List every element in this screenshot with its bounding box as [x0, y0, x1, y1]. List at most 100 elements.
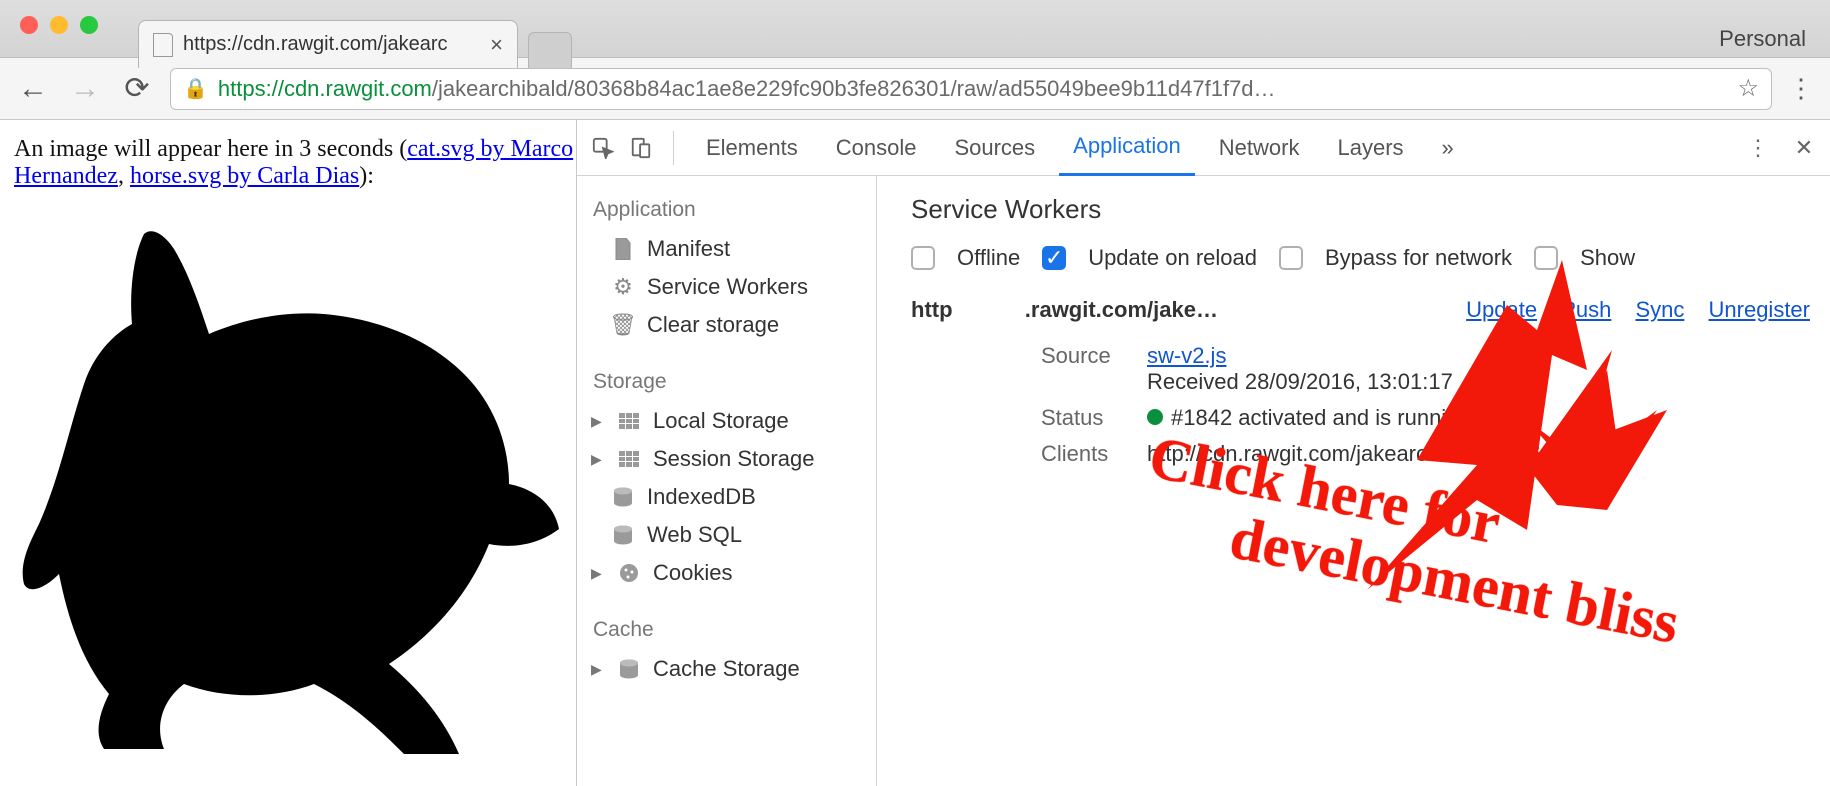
grid-icon — [617, 409, 641, 433]
file-icon — [611, 237, 635, 261]
checkbox-show-all[interactable] — [1534, 246, 1558, 270]
link-horse-svg[interactable]: horse.svg by Carla Dias — [130, 163, 359, 189]
sw-clients-row: Clients http://cdn.rawgit.com/jakearchib… — [1041, 441, 1830, 467]
database-icon — [611, 523, 635, 547]
detail-label: Source — [1041, 343, 1131, 369]
sw-status-row: Status #1842 activated and is running st… — [1041, 405, 1830, 431]
inspect-icon[interactable] — [589, 134, 617, 162]
link-update[interactable]: Update — [1466, 297, 1537, 322]
expand-icon[interactable]: ▶ — [591, 451, 605, 468]
link-stop[interactable]: stop — [1489, 405, 1531, 430]
sidebar-group-storage: Storage — [577, 362, 876, 402]
sidebar-item-websql[interactable]: Web SQL — [577, 516, 876, 554]
status-dot-icon — [1147, 409, 1163, 425]
expand-icon[interactable]: ▶ — [591, 413, 605, 430]
sidebar-item-label: Manifest — [647, 236, 730, 262]
horse-image — [14, 194, 576, 761]
sw-scope-row: http .rawgit.com/jake… Update Push Sync … — [911, 297, 1830, 323]
tab-application[interactable]: Application — [1059, 119, 1195, 176]
maximize-window-button[interactable] — [80, 16, 98, 34]
address-bar[interactable]: 🔒 https://cdn.rawgit.com/jakearchibald/8… — [170, 68, 1772, 110]
sidebar-item-cookies[interactable]: ▶ Cookies — [577, 554, 876, 592]
devtools-close-icon[interactable]: ✕ — [1790, 134, 1818, 162]
link-push[interactable]: Push — [1561, 297, 1611, 322]
grid-icon — [617, 447, 641, 471]
checkbox-update-on-reload[interactable]: ✓ — [1042, 246, 1066, 270]
intro-suffix: ): — [359, 163, 374, 189]
page-intro: An image will appear here in 3 seconds (… — [14, 136, 576, 190]
profile-label[interactable]: Personal — [1719, 26, 1806, 52]
intro-sep: , — [118, 163, 130, 189]
checkbox-label: Offline — [957, 245, 1020, 271]
url-host: ://cdn.rawgit.com — [266, 76, 432, 102]
received-text: Received 28/09/2016, 13:01:17 — [1147, 369, 1453, 394]
sidebar-item-local-storage[interactable]: ▶ Local Storage — [577, 402, 876, 440]
expand-icon[interactable]: ▶ — [591, 661, 605, 678]
traffic-lights — [14, 10, 108, 34]
bookmark-star-icon[interactable]: ☆ — [1737, 74, 1759, 103]
tab-network[interactable]: Network — [1205, 121, 1314, 175]
devtools-panel: Elements Console Sources Application Net… — [577, 120, 1830, 786]
sidebar-item-cache-storage[interactable]: ▶ Cache Storage — [577, 650, 876, 688]
scope-prefix: http — [911, 297, 953, 322]
tab-layers[interactable]: Layers — [1323, 121, 1417, 175]
sidebar-item-indexeddb[interactable]: IndexedDB — [577, 478, 876, 516]
sidebar-item-label: Local Storage — [653, 408, 789, 434]
device-toggle-icon[interactable] — [627, 134, 655, 162]
checkbox-label: Show — [1580, 245, 1635, 271]
url-path: /jakearchibald/80368b84ac1ae8e229fc90b3f… — [432, 76, 1276, 102]
checkbox-offline[interactable] — [911, 246, 935, 270]
panel-heading: Service Workers — [911, 194, 1830, 225]
tab-elements[interactable]: Elements — [692, 121, 812, 175]
sidebar-item-manifest[interactable]: Manifest — [577, 230, 876, 268]
application-sidebar: Application Manifest ⚙ Service Workers 🗑… — [577, 176, 877, 786]
intro-prefix: An image will appear here in 3 seconds ( — [14, 136, 407, 162]
sw-action-links: Update Push Sync Unregister — [1448, 297, 1810, 323]
reload-button[interactable]: ⟳ — [118, 70, 156, 108]
url-scheme: https — [218, 76, 266, 102]
browser-tab[interactable]: https://cdn.rawgit.com/jakearc × — [138, 20, 518, 68]
page-icon — [153, 33, 173, 57]
window-titlebar: https://cdn.rawgit.com/jakearc × Persona… — [0, 0, 1830, 58]
sidebar-item-label: IndexedDB — [647, 484, 756, 510]
sw-options-row: Offline ✓ Update on reload Bypass for ne… — [911, 245, 1830, 271]
gear-icon: ⚙ — [611, 275, 635, 299]
back-button[interactable]: ← — [14, 70, 52, 108]
minimize-window-button[interactable] — [50, 16, 68, 34]
devtools-menu-icon[interactable]: ⋮ — [1744, 134, 1772, 162]
expand-icon[interactable]: ▶ — [591, 565, 605, 582]
tab-title: https://cdn.rawgit.com/jakearc — [183, 33, 448, 56]
sidebar-item-label: Cache Storage — [653, 656, 800, 682]
browser-menu-icon[interactable]: ⋮ — [1786, 73, 1816, 104]
service-workers-panel: Service Workers Offline ✓ Update on relo… — [877, 176, 1830, 786]
tab-console[interactable]: Console — [822, 121, 931, 175]
tab-close-icon[interactable]: × — [490, 32, 503, 58]
sidebar-item-session-storage[interactable]: ▶ Session Storage — [577, 440, 876, 478]
sidebar-item-label: Cookies — [653, 560, 732, 586]
tab-sources[interactable]: Sources — [940, 121, 1049, 175]
sidebar-item-label: Clear storage — [647, 312, 779, 338]
sidebar-item-service-workers[interactable]: ⚙ Service Workers — [577, 268, 876, 306]
new-tab-button[interactable] — [528, 32, 572, 68]
detail-label: Clients — [1041, 441, 1131, 467]
checkbox-bypass-for-network[interactable] — [1279, 246, 1303, 270]
lock-icon: 🔒 — [183, 76, 208, 101]
devtools-tabbar: Elements Console Sources Application Net… — [577, 120, 1830, 176]
sidebar-item-label: Web SQL — [647, 522, 742, 548]
database-icon — [617, 657, 641, 681]
link-source-file[interactable]: sw-v2.js — [1147, 343, 1226, 368]
link-unregister[interactable]: Unregister — [1709, 297, 1810, 322]
checkbox-label: Bypass for network — [1325, 245, 1512, 271]
sidebar-group-cache: Cache — [577, 610, 876, 650]
tab-overflow-icon[interactable]: » — [1428, 121, 1468, 175]
sidebar-item-clear-storage[interactable]: 🗑 Clear storage — [577, 306, 876, 344]
sw-source-row: Source sw-v2.js Received 28/09/2016, 13:… — [1041, 343, 1830, 395]
detail-label: Status — [1041, 405, 1131, 431]
clients-text: http://cdn.rawgit.com/jakearchibald/8036… — [1147, 441, 1602, 467]
link-sync[interactable]: Sync — [1635, 297, 1684, 322]
forward-button[interactable]: → — [66, 70, 104, 108]
sidebar-item-label: Session Storage — [653, 446, 814, 472]
sidebar-item-label: Service Workers — [647, 274, 808, 300]
close-window-button[interactable] — [20, 16, 38, 34]
database-icon — [611, 485, 635, 509]
